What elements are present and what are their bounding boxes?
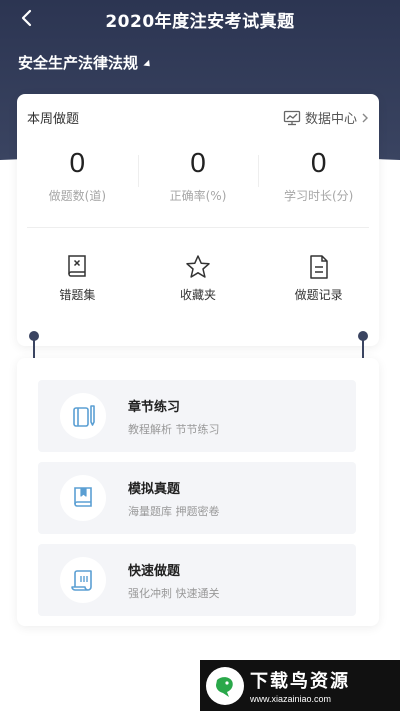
- weekly-stats-card: 本周做题 数据中心 0 做题数(道) 0 正确率(%) 0 学习时长(分) 错题…: [17, 94, 379, 346]
- subject-label: 安全生产法律法规: [18, 54, 139, 72]
- favorites-button[interactable]: 收藏夹: [138, 254, 259, 303]
- tool-label: 做题记录: [294, 288, 343, 302]
- chevron-right-icon: [362, 113, 368, 122]
- pen-notebook-icon: [60, 393, 106, 439]
- watermark-banner: 下载鸟资源 www.xiazainiao.com: [200, 660, 400, 711]
- entry-desc: 海量题库 押题密卷: [128, 504, 220, 518]
- quick-practice-entry[interactable]: 快速做题 强化冲刺 快速通关: [38, 544, 356, 616]
- page-title: 2020年度注安考试真题: [105, 11, 295, 32]
- chapter-practice-entry[interactable]: 章节练习 教程解析 节节练习: [38, 380, 356, 452]
- watermark-url: www.xiazainiao.com: [250, 694, 332, 704]
- entry-desc: 教程解析 节节练习: [128, 422, 220, 436]
- stat-label: 正确率(%): [169, 189, 227, 203]
- stat-accuracy: 0 正确率(%): [137, 147, 259, 207]
- stat-label: 学习时长(分): [283, 189, 354, 203]
- chart-screen-icon: [283, 110, 301, 125]
- tool-label: 错题集: [59, 288, 96, 302]
- weekly-title: 本周做题: [27, 112, 80, 127]
- caret-down-icon: [143, 59, 153, 70]
- stat-question-count: 0 做题数(道): [17, 147, 138, 207]
- entry-title: 快速做题: [128, 563, 181, 579]
- stat-label: 做题数(道): [48, 189, 107, 203]
- entry-desc: 强化冲刺 快速通关: [128, 586, 220, 600]
- data-center-label: 数据中心: [304, 112, 357, 127]
- stat-value: 0: [190, 147, 206, 178]
- wrong-questions-button[interactable]: 错题集: [17, 254, 138, 303]
- stat-value: 0: [69, 147, 86, 178]
- subject-selector[interactable]: 安全生产法律法规: [18, 52, 153, 73]
- star-icon: [185, 254, 211, 280]
- stat-value: 0: [310, 147, 327, 178]
- bird-logo-icon: [206, 666, 244, 705]
- entry-title: 模拟真题: [128, 481, 181, 497]
- tool-label: 收藏夹: [180, 288, 217, 302]
- mock-exam-entry[interactable]: 模拟真题 海量题库 押题密卷: [38, 462, 356, 534]
- bookmark-book-icon: [60, 475, 106, 521]
- entry-title: 章节练习: [128, 399, 181, 415]
- tools-row: 错题集 收藏夹 做题记录: [17, 254, 379, 303]
- back-button[interactable]: [14, 6, 38, 30]
- stats-row: 0 做题数(道) 0 正确率(%) 0 学习时长(分): [17, 147, 379, 207]
- stat-study-time: 0 学习时长(分): [258, 147, 379, 207]
- wrong-book-icon: [64, 254, 90, 280]
- data-center-link[interactable]: 数据中心: [283, 108, 369, 127]
- divider: [27, 227, 369, 228]
- top-bar: 2020年度注安考试真题: [0, 0, 400, 38]
- watermark-title: 下载鸟资源: [250, 671, 350, 692]
- scroll-icon: [60, 557, 106, 603]
- practice-card: 章节练习 教程解析 节节练习 模拟真题 海量题库 押题密卷 快速做题 强化冲刺 …: [17, 358, 379, 626]
- practice-record-button[interactable]: 做题记录: [258, 254, 379, 303]
- record-doc-icon: [306, 254, 332, 280]
- back-arrow-icon: [21, 9, 32, 27]
